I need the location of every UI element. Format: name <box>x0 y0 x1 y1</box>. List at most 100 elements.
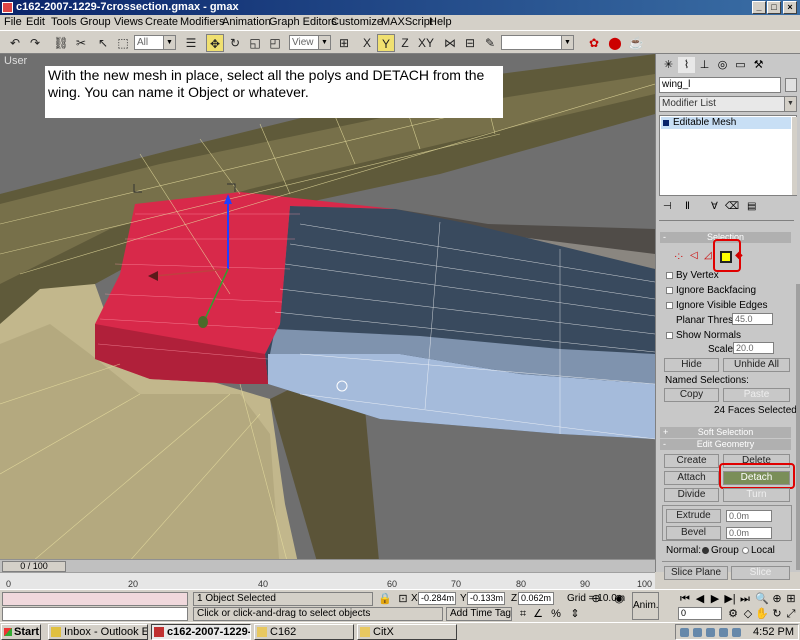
tray-icon[interactable] <box>719 628 728 637</box>
menu-customize[interactable]: Customize <box>331 16 383 28</box>
slice-plane-button[interactable]: Slice Plane <box>664 566 728 580</box>
divide-button[interactable]: Divide <box>664 488 719 502</box>
absolute-mode-icon[interactable]: ⊡ <box>396 592 410 606</box>
close-button[interactable]: × <box>783 1 797 14</box>
menu-group[interactable]: Group <box>80 16 111 28</box>
move-icon[interactable]: ✥ <box>206 34 224 52</box>
spinner-snap-icon[interactable]: ⇕ <box>568 607 582 621</box>
object-name-field[interactable]: wing_l <box>659 77 781 93</box>
extrude-button[interactable]: Extrude <box>666 509 721 523</box>
restrict-y-icon[interactable]: Y <box>377 34 395 52</box>
z-coord-field[interactable]: 0.062m <box>518 592 554 605</box>
copy-button[interactable]: Copy <box>664 388 719 402</box>
menu-modifiers[interactable]: Modifiers <box>180 16 225 28</box>
task-citx-folder[interactable]: CitX <box>357 624 457 640</box>
tray-icon[interactable] <box>693 628 702 637</box>
by-vertex-checkbox[interactable]: By Vertex <box>666 270 719 281</box>
current-frame-field[interactable]: 0 <box>678 607 722 620</box>
menu-views[interactable]: Views <box>114 16 143 28</box>
menu-graph-editors[interactable]: Graph Editors <box>269 16 337 28</box>
menu-edit[interactable]: Edit <box>26 16 45 28</box>
time-slider-thumb[interactable]: 0 / 100 <box>2 561 66 572</box>
selection-region-icon[interactable]: ⬚ <box>114 34 132 52</box>
pin-stack-icon[interactable]: ⊣ <box>663 201 672 212</box>
hide-button[interactable]: Hide <box>664 358 719 372</box>
remove-modifier-icon[interactable]: ⌫ <box>725 201 739 212</box>
bevel-amount-spinner[interactable]: 0.0m <box>726 527 772 539</box>
bevel-button[interactable]: Bevel <box>666 526 721 540</box>
menu-help[interactable]: Help <box>429 16 452 28</box>
ignore-backfacing-checkbox[interactable]: Ignore Backfacing <box>666 285 756 296</box>
normal-group-radio[interactable]: Group <box>702 545 739 556</box>
named-selection-dropdown[interactable]: ▼ <box>501 35 574 50</box>
turn-button[interactable]: Turn <box>723 488 790 502</box>
extrude-amount-spinner[interactable]: 0.0m <box>726 510 772 522</box>
undo-icon[interactable]: ↶ <box>6 34 24 52</box>
snap-icon[interactable]: ✎ <box>481 34 499 52</box>
goto-start-icon[interactable]: ⏮ <box>678 592 692 606</box>
menu-tools[interactable]: Tools <box>51 16 77 28</box>
reference-coord-dropdown[interactable]: View ▼ <box>289 35 331 50</box>
mirror-icon[interactable]: ⋈ <box>441 34 459 52</box>
pan-icon[interactable]: ✋ <box>755 607 769 621</box>
redo-icon[interactable]: ↷ <box>26 34 44 52</box>
maximize-button[interactable]: □ <box>767 1 781 14</box>
ignore-visible-edges-checkbox[interactable]: Ignore Visible Edges <box>666 300 768 311</box>
restrict-xy-icon[interactable]: XY <box>417 34 435 52</box>
key-filter-icon[interactable]: ⊕ <box>589 592 603 606</box>
display-tab-icon[interactable]: ▭ <box>732 57 749 73</box>
edit-geometry-rollout-header[interactable]: - Edit Geometry <box>660 439 791 450</box>
modify-tab-icon[interactable]: ⌇ <box>678 57 695 73</box>
tray-icon[interactable] <box>680 628 689 637</box>
show-normals-checkbox[interactable]: Show Normals <box>666 330 741 341</box>
task-c162-folder[interactable]: C162 <box>254 624 354 640</box>
menu-maxscript[interactable]: MAXScript <box>381 16 433 28</box>
squash-icon[interactable]: ◰ <box>266 34 284 52</box>
x-coord-field[interactable]: -0.284m <box>418 592 456 605</box>
goto-end-icon[interactable]: ⏭ <box>738 592 752 606</box>
tray-icon[interactable] <box>732 628 741 637</box>
maxscript-input-mini[interactable] <box>2 607 188 621</box>
object-color-swatch[interactable] <box>785 78 797 92</box>
rotate-icon[interactable]: ↻ <box>226 34 244 52</box>
expand-icon[interactable] <box>663 120 669 126</box>
stack-scrollbar[interactable] <box>792 117 797 195</box>
make-unique-icon[interactable]: ∀ <box>711 201 718 212</box>
quick-render-icon[interactable]: ☕ <box>627 34 645 52</box>
select-by-name-icon[interactable]: ☰ <box>182 34 200 52</box>
next-frame-icon[interactable]: ▶| <box>723 592 737 606</box>
pivot-center-icon[interactable]: ⊞ <box>335 34 353 52</box>
unhide-all-button[interactable]: Unhide All <box>723 358 790 372</box>
viewport-user[interactable]: User With the new mesh in place, select … <box>0 54 655 572</box>
tray-icon[interactable] <box>706 628 715 637</box>
time-slider[interactable]: 0 / 100 <box>0 559 655 572</box>
vertex-mode-icon[interactable]: ·:· <box>674 251 683 262</box>
zoom-extents-icon[interactable]: ⊞ <box>784 592 798 606</box>
stack-item-editable-mesh[interactable]: Editable Mesh <box>661 117 791 129</box>
align-icon[interactable]: ⊟ <box>461 34 479 52</box>
restrict-x-icon[interactable]: X <box>358 34 376 52</box>
edge-mode-icon[interactable]: ◁ <box>690 250 698 261</box>
angle-snap-icon[interactable]: ∠ <box>531 607 545 621</box>
snap-toggle-icon[interactable]: ⌗ <box>516 607 530 621</box>
configure-sets-icon[interactable]: ▤ <box>747 201 756 212</box>
menu-create[interactable]: Create <box>145 16 178 28</box>
prev-frame-icon[interactable]: ◀ <box>693 592 707 606</box>
start-button[interactable]: Start <box>1 624 41 640</box>
show-end-result-icon[interactable]: Ⅱ <box>685 201 690 212</box>
task-outlook[interactable]: Inbox - Outlook E... <box>48 624 148 640</box>
create-tab-icon[interactable]: ✳ <box>660 57 677 73</box>
viewport-label[interactable]: User <box>4 55 27 67</box>
select-object-icon[interactable]: ↖ <box>94 34 112 52</box>
restrict-z-icon[interactable]: Z <box>396 34 414 52</box>
scale-icon[interactable]: ◱ <box>246 34 264 52</box>
task-gmax[interactable]: c162-2007-1229-... <box>151 624 251 640</box>
zoom-all-icon[interactable]: ⊕ <box>770 592 784 606</box>
percent-snap-icon[interactable]: % <box>549 607 563 621</box>
minimize-button[interactable]: _ <box>752 1 766 14</box>
create-button[interactable]: Create <box>664 454 719 468</box>
utilities-tab-icon[interactable]: ⚒ <box>750 57 767 73</box>
slice-button[interactable]: Slice <box>731 566 790 580</box>
arc-rotate-icon[interactable]: ↻ <box>770 607 784 621</box>
attach-button[interactable]: Attach <box>664 471 719 485</box>
